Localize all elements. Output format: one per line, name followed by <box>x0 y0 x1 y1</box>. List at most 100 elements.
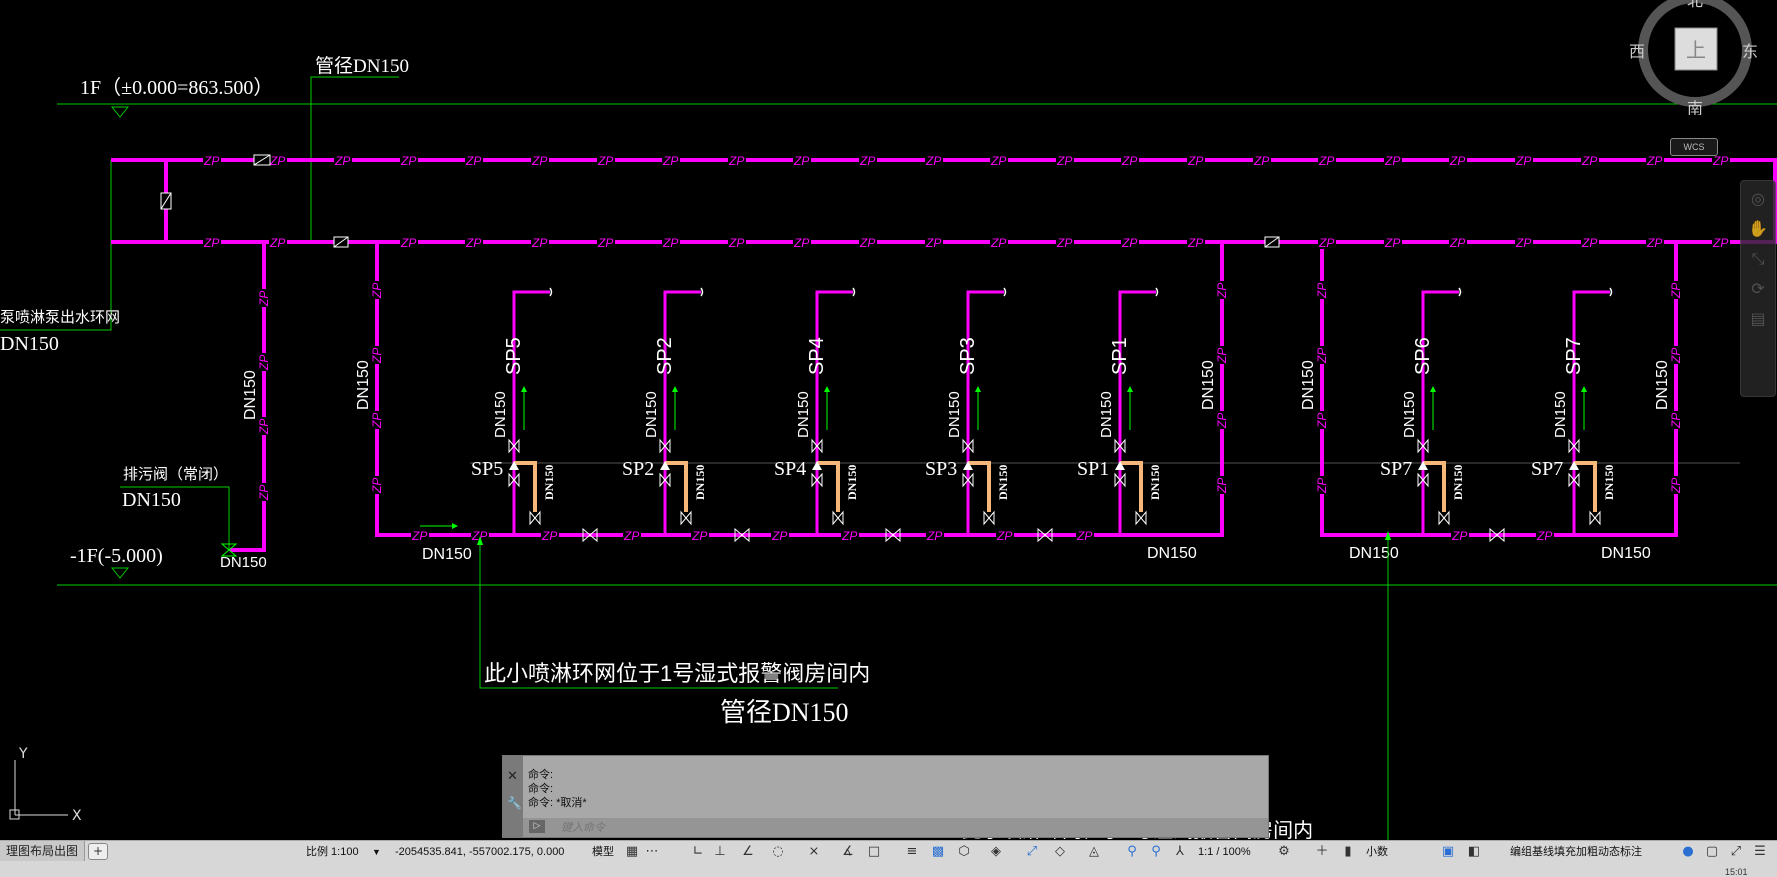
zp-tag: ZP <box>370 413 384 429</box>
zp-tag: ZP <box>1056 154 1072 168</box>
showmotion-icon[interactable]: ▤ <box>1746 307 1770 331</box>
autoscale-icon[interactable]: ⚲ <box>1148 844 1164 860</box>
alarm-branch <box>968 461 991 512</box>
command-prompt-icon[interactable]: ▷ <box>529 820 545 833</box>
dynamic-ucs-icon[interactable]: ⤢ <box>1024 844 1040 860</box>
transparency-icon[interactable]: ▩ <box>930 844 946 860</box>
valve-label: SP5 <box>471 458 503 480</box>
drawing-canvas[interactable]: 1F（±0.000=863.500） -1F(-5.000) 管径DN150 泵… <box>0 0 1777 876</box>
zp-tag: ZP <box>662 236 678 250</box>
zp-tag: ZP <box>1536 529 1552 543</box>
orbit-icon[interactable]: ⟳ <box>1746 277 1770 301</box>
drain-valve-dn2: DN150 <box>220 554 267 571</box>
grid-icon[interactable]: ▦ <box>624 844 640 860</box>
riser-label: SP7 <box>1563 337 1585 375</box>
zp-tag: ZP <box>1669 348 1683 364</box>
snap-icon[interactable]: ⋯ <box>644 844 660 860</box>
otrack-icon[interactable]: ⨯ <box>806 844 822 860</box>
zp-tag: ZP <box>1712 154 1728 168</box>
zp-tag: ZP <box>662 154 678 168</box>
alarm-dn-label: DN150 <box>845 465 859 500</box>
chevron-down-icon[interactable]: ▼ <box>372 841 381 863</box>
fullscreen-icon[interactable]: ⤢ <box>1728 844 1744 860</box>
ortho-icon[interactable]: ∟ <box>690 844 706 860</box>
riser-label: SP4 <box>806 337 828 375</box>
zp-tag: ZP <box>1121 154 1137 168</box>
alarm-branch <box>1574 461 1597 512</box>
wrench-icon[interactable]: 🔧 <box>507 796 522 810</box>
alarm-valve <box>832 510 844 526</box>
zoom-icon[interactable]: ⤡ <box>1746 247 1770 271</box>
angle-icon[interactable]: ∡ <box>840 844 856 860</box>
clean-screen-icon[interactable]: ▢ <box>1704 844 1720 860</box>
polar-icon[interactable]: ∠ <box>740 844 756 860</box>
scale-dropdown[interactable]: 比例 1:100 <box>306 841 359 863</box>
dynucs-icon[interactable]: □ <box>866 844 882 860</box>
selection-cycling-icon[interactable]: ⬡ <box>956 844 972 860</box>
quick-properties-icon[interactable]: ▣ <box>1440 844 1456 860</box>
alarm-dn-label: DN150 <box>996 465 1010 500</box>
close-icon[interactable]: ✕ <box>507 769 518 784</box>
isodraft-icon[interactable]: ◇ <box>1052 844 1068 860</box>
floor-b1-label: -1F(-5.000) <box>70 545 163 567</box>
command-input-row[interactable]: ▷ <box>523 818 1268 837</box>
sprinkler-head <box>1458 287 1462 297</box>
zp-tag: ZP <box>1215 413 1229 429</box>
level-marker-b1 <box>110 567 130 579</box>
riser-dn-label: DN150 <box>1552 391 1569 438</box>
dn-vert-loop2-left: DN150 <box>1300 360 1317 410</box>
coordinates-readout[interactable]: -2054535.841, -557002.175, 0.000 <box>395 841 564 863</box>
pan-icon[interactable]: ✋ <box>1746 217 1770 241</box>
infer-icon[interactable]: ⊥ <box>712 844 728 860</box>
drain-valve-dn: DN150 <box>122 489 181 511</box>
flow-arrow-head <box>1127 386 1133 392</box>
annotation-visibility-icon[interactable]: ⚲ <box>1124 844 1140 860</box>
wcs-menu[interactable]: WCS <box>1670 138 1718 156</box>
flow-arrow-head <box>824 386 830 392</box>
riser-label: SP2 <box>654 337 676 375</box>
units-dropdown[interactable]: 小数 <box>1366 841 1388 863</box>
customization-menu-icon[interactable]: ☰ <box>1752 844 1768 860</box>
3d-osnap-icon[interactable]: ◈ <box>988 844 1004 860</box>
zp-tag: ZP <box>1669 478 1683 494</box>
annotation-monitor-icon[interactable]: ◬ <box>1086 844 1102 860</box>
zp-tag: ZP <box>925 236 941 250</box>
status-bar: 理图布局出图 + 比例 1:100 ▼ -2054535.841, -55700… <box>0 840 1777 877</box>
command-input[interactable] <box>559 819 1163 837</box>
tab-layout[interactable]: 理图布局出图 <box>0 841 86 861</box>
riser-dn-label: DN150 <box>795 391 812 438</box>
hardware-acceleration-icon[interactable]: ● <box>1680 844 1696 860</box>
plus-icon[interactable]: ＋ <box>1314 844 1330 860</box>
lineweight-icon[interactable]: ≡ <box>904 844 920 860</box>
compass-south[interactable]: 南 <box>1687 99 1703 118</box>
workspace-gear-icon[interactable]: ⚙ <box>1276 844 1292 860</box>
zp-tag: ZP <box>1076 529 1092 543</box>
navigation-bar[interactable]: ◎ ✋ ⤡ ⟳ ▤ <box>1740 180 1776 397</box>
alarm-valve <box>983 510 995 526</box>
zp-tag: ZP <box>925 154 941 168</box>
annotation-scale-dropdown[interactable]: 1:1 / 100% <box>1198 841 1251 863</box>
sprinkler-head <box>1155 287 1159 297</box>
alarm-branch <box>817 461 840 512</box>
steering-wheel-icon[interactable]: ◎ <box>1746 187 1770 211</box>
note1-text: 此小喷淋环网位于1号湿式报警阀房间内 <box>484 661 870 686</box>
zp-tag: ZP <box>1581 154 1597 168</box>
viewcube[interactable]: 上 北 南 西 东 <box>1625 0 1765 118</box>
floor-1f-label: 1F（±0.000=863.500） <box>80 76 273 99</box>
pump-ring-dn: DN150 <box>0 333 59 355</box>
custom-status-label[interactable]: 编组基线填充加粗动态标注 <box>1510 841 1642 863</box>
compass-east[interactable]: 东 <box>1742 42 1758 61</box>
zp-tag: ZP <box>1315 478 1329 494</box>
model-button[interactable]: 模型 <box>592 841 614 863</box>
osnap-icon[interactable]: ◌ <box>770 844 786 860</box>
compass-west[interactable]: 西 <box>1629 42 1645 61</box>
compass-north[interactable]: 北 <box>1687 0 1703 10</box>
command-window[interactable]: ✕ 🔧 命令: 命令: 命令: *取消* ▷ <box>502 755 1269 838</box>
annotation-scale-icon[interactable]: ⅄ <box>1172 844 1188 860</box>
level-marker-1f <box>110 106 130 118</box>
isolate-objects-icon[interactable]: ◧ <box>1466 844 1482 860</box>
riser-dn-label: DN150 <box>946 391 963 438</box>
add-layout-button[interactable]: + <box>88 843 108 860</box>
alarm-branch <box>1120 461 1143 512</box>
dn-vert-loop2-right: DN150 <box>1654 360 1671 410</box>
